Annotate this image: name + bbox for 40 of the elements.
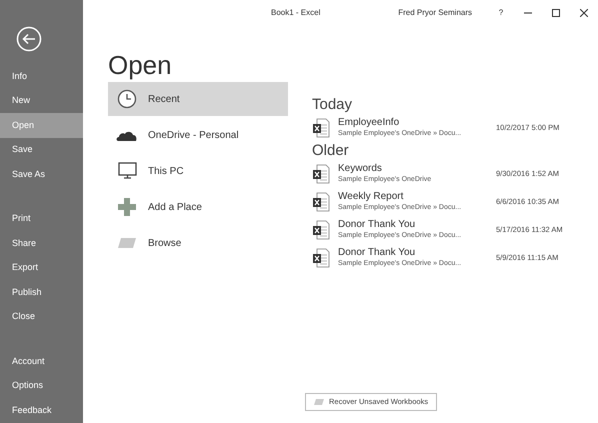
close-icon[interactable] bbox=[580, 9, 588, 17]
clock-icon bbox=[117, 89, 137, 109]
excel-file-icon bbox=[312, 164, 330, 184]
excel-file-icon bbox=[312, 220, 330, 240]
excel-file-icon bbox=[312, 118, 330, 138]
place-item[interactable]: OneDrive - Personal bbox=[108, 118, 288, 152]
user-name: Fred Pryor Seminars bbox=[398, 7, 472, 19]
sidebar-item[interactable]: Publish bbox=[0, 280, 83, 304]
file-name: Keywords bbox=[338, 163, 383, 175]
monitor-icon bbox=[116, 161, 138, 181]
sidebar-item[interactable]: Feedback bbox=[0, 398, 83, 422]
sidebar-item[interactable]: Save bbox=[0, 138, 83, 162]
file-name: Donor Thank You bbox=[338, 247, 416, 259]
sidebar-item[interactable]: Close bbox=[0, 304, 83, 329]
sidebar-item[interactable]: Export bbox=[0, 256, 83, 280]
file-name: Weekly Report bbox=[338, 191, 404, 203]
excel-file-icon bbox=[312, 192, 330, 212]
back-button[interactable] bbox=[16, 26, 42, 52]
sidebar-item[interactable]: Save As bbox=[0, 162, 83, 186]
sidebar-item[interactable]: New bbox=[0, 88, 83, 113]
section-heading: Today bbox=[312, 96, 352, 114]
plus-icon bbox=[117, 197, 137, 217]
place-item[interactable]: Recent bbox=[108, 82, 288, 116]
file-name: EmployeeInfo bbox=[338, 117, 400, 129]
place-item[interactable]: Browse bbox=[108, 226, 288, 260]
file-name: Donor Thank You bbox=[338, 219, 416, 231]
sidebar-item[interactable]: Options bbox=[0, 374, 83, 398]
sidebar-item[interactable]: Share bbox=[0, 231, 83, 256]
sidebar-item[interactable]: Print bbox=[0, 206, 83, 231]
sidebar-item[interactable]: Account bbox=[0, 349, 83, 374]
page-title: Open bbox=[108, 50, 172, 80]
excel-file-icon bbox=[312, 248, 330, 268]
help-button[interactable]: ? bbox=[494, 7, 508, 19]
maximize-icon[interactable] bbox=[552, 9, 560, 17]
place-item[interactable]: Add a Place bbox=[108, 190, 288, 224]
sidebar-item[interactable]: Info bbox=[0, 64, 83, 88]
place-item[interactable]: This PC bbox=[108, 154, 288, 188]
window-title: Book1 - Excel bbox=[271, 7, 320, 19]
sidebar-item[interactable]: Open bbox=[0, 113, 83, 138]
section-heading: Older bbox=[312, 142, 349, 160]
